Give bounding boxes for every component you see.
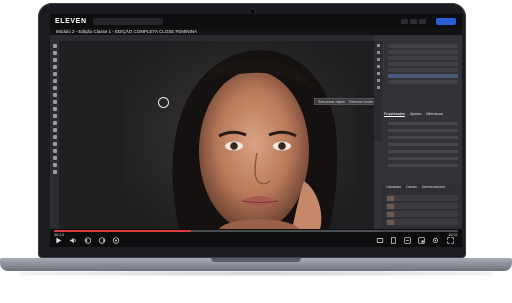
select-subject-button[interactable]: Selecionar objeto bbox=[318, 100, 345, 104]
history-list bbox=[388, 44, 458, 86]
stamp-tool-icon[interactable] bbox=[52, 93, 57, 97]
history-icon[interactable] bbox=[376, 44, 380, 47]
layers-tabs: Camadas Canais Demarcadores bbox=[386, 185, 445, 189]
base-notch bbox=[211, 258, 301, 262]
nav-item[interactable] bbox=[410, 18, 417, 24]
history-item[interactable] bbox=[388, 80, 458, 84]
pip-icon[interactable] bbox=[418, 237, 425, 244]
layer-row[interactable] bbox=[386, 211, 458, 217]
gradient-tool-icon[interactable] bbox=[52, 114, 57, 118]
property-row[interactable] bbox=[388, 157, 458, 160]
property-row[interactable] bbox=[388, 129, 458, 132]
tab-channels[interactable]: Canais bbox=[406, 185, 417, 189]
panel-icon-strip bbox=[374, 41, 382, 141]
zoom-tool-icon[interactable] bbox=[52, 170, 57, 174]
adjustments-icon[interactable] bbox=[376, 72, 380, 75]
blur-tool-icon[interactable] bbox=[52, 121, 57, 125]
right-panels: Propriedades Ajustes Bibliotecas Camadas… bbox=[374, 35, 462, 229]
swatches-icon[interactable] bbox=[376, 58, 380, 61]
tab-paths[interactable]: Demarcadores bbox=[422, 185, 445, 189]
property-row[interactable] bbox=[388, 136, 458, 139]
character-icon[interactable] bbox=[376, 79, 380, 82]
screen: ELEVEN Módulo 2 - Edição Classe 1 - EDIÇ… bbox=[50, 14, 462, 247]
layers-panel: Camadas Canais Demarcadores bbox=[382, 183, 462, 229]
paragraph-icon[interactable] bbox=[376, 86, 380, 89]
dodge-tool-icon[interactable] bbox=[52, 128, 57, 132]
search-input[interactable] bbox=[92, 17, 163, 25]
history-item[interactable] bbox=[388, 68, 458, 72]
nav-item[interactable] bbox=[419, 18, 426, 24]
brand-logo[interactable]: ELEVEN bbox=[55, 18, 87, 25]
layer-thumbnail bbox=[387, 211, 394, 217]
layer-thumbnail bbox=[387, 203, 394, 209]
history-item[interactable] bbox=[388, 56, 458, 60]
info-icon[interactable] bbox=[376, 51, 380, 54]
notes-icon[interactable] bbox=[390, 237, 397, 244]
crop-tool-icon[interactable] bbox=[52, 65, 57, 69]
properties-content bbox=[388, 122, 458, 171]
canvas-area[interactable]: Selecionar objeto Remover fundo bbox=[59, 41, 436, 229]
tab-properties[interactable]: Propriedades bbox=[384, 112, 405, 116]
rewind-icon[interactable] bbox=[84, 237, 92, 244]
tab-adjustments[interactable]: Ajustes bbox=[410, 112, 421, 116]
remove-background-button[interactable]: Remover fundo bbox=[349, 100, 373, 104]
properties-tabs: Propriedades Ajustes Bibliotecas bbox=[384, 112, 443, 116]
forward-icon[interactable] bbox=[98, 237, 106, 244]
layer-row[interactable] bbox=[386, 203, 458, 209]
eraser-tool-icon[interactable] bbox=[52, 107, 57, 111]
toolbox bbox=[50, 41, 59, 229]
history-brush-icon[interactable] bbox=[52, 100, 57, 104]
course-title: Módulo 2 - Edição Classe 1 - EDIÇÃO COMP… bbox=[56, 29, 197, 34]
settings-icon[interactable] bbox=[432, 237, 439, 244]
layer-row[interactable] bbox=[386, 219, 458, 225]
brush-tool-icon[interactable] bbox=[52, 86, 57, 90]
move-tool-icon[interactable] bbox=[52, 44, 57, 48]
history-item[interactable] bbox=[388, 62, 458, 66]
play-icon[interactable] bbox=[55, 237, 62, 244]
shape-tool-icon[interactable] bbox=[52, 156, 57, 160]
top-bar: ELEVEN bbox=[50, 14, 462, 28]
progress-bar[interactable] bbox=[54, 230, 458, 232]
path-tool-icon[interactable] bbox=[52, 149, 57, 153]
nav-item[interactable] bbox=[401, 18, 408, 24]
history-item[interactable] bbox=[388, 44, 458, 48]
property-row[interactable] bbox=[388, 122, 458, 125]
brush-cursor bbox=[158, 97, 169, 108]
top-nav bbox=[401, 18, 426, 24]
fullscreen-icon[interactable] bbox=[447, 237, 454, 244]
property-row[interactable] bbox=[388, 150, 458, 153]
type-tool-icon[interactable] bbox=[52, 142, 57, 146]
layer-row[interactable] bbox=[386, 195, 458, 201]
subtitles-icon[interactable] bbox=[376, 237, 384, 244]
layer-thumbnail bbox=[387, 195, 394, 201]
hand-tool-icon[interactable] bbox=[52, 163, 57, 167]
progress-fill bbox=[54, 230, 192, 232]
eyedropper-tool-icon[interactable] bbox=[52, 72, 57, 76]
property-row[interactable] bbox=[388, 164, 458, 167]
account-button[interactable] bbox=[436, 17, 456, 25]
volume-icon[interactable] bbox=[69, 237, 77, 244]
marquee-tool-icon[interactable] bbox=[52, 51, 57, 55]
playlist-icon[interactable] bbox=[404, 237, 411, 244]
history-item-selected[interactable] bbox=[388, 74, 458, 78]
lasso-tool-icon[interactable] bbox=[52, 58, 57, 62]
property-row[interactable] bbox=[388, 143, 458, 146]
tab-libraries[interactable]: Bibliotecas bbox=[426, 112, 443, 116]
tab-layers[interactable]: Camadas bbox=[386, 185, 401, 189]
portrait-photo bbox=[124, 41, 356, 229]
video-player-controls: 06:13 18:01 bbox=[50, 229, 462, 247]
healing-tool-icon[interactable] bbox=[52, 79, 57, 83]
layer-thumbnail bbox=[387, 219, 394, 225]
laptop-frame: ELEVEN Módulo 2 - Edição Classe 1 - EDIÇ… bbox=[0, 0, 512, 303]
history-item[interactable] bbox=[388, 50, 458, 54]
base-shadow bbox=[20, 271, 492, 276]
pen-tool-icon[interactable] bbox=[52, 135, 57, 139]
skip-icon[interactable] bbox=[112, 237, 120, 244]
brush-settings-icon[interactable] bbox=[376, 65, 380, 68]
